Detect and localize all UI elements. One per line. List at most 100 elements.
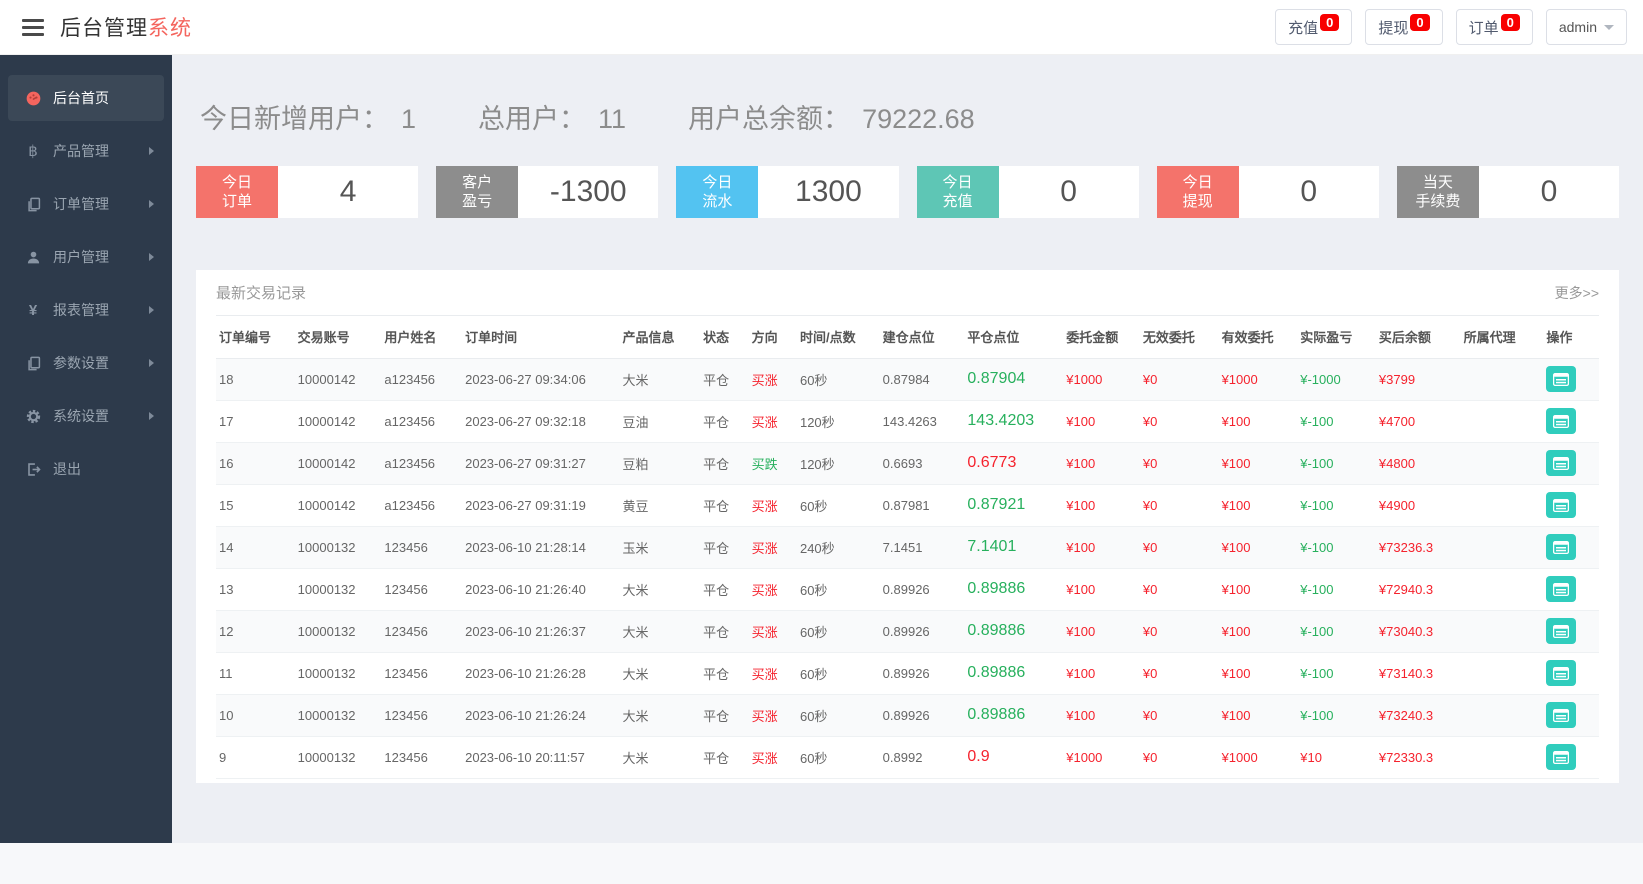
table-cell: 0.89886 [964,610,1063,652]
row-detail-button[interactable] [1546,576,1576,602]
table-cell: 14 [216,526,295,568]
sidebar-item-params[interactable]: 参数设置 [8,340,164,386]
row-detail-button[interactable] [1546,618,1576,644]
table-cell: 60秒 [797,358,880,400]
sidebar-item-label: 订单管理 [53,194,109,214]
row-detail-button[interactable] [1546,492,1576,518]
table-cell: 豆油 [619,400,700,442]
table-cell: 0.89886 [964,694,1063,736]
table-cell: 0.89886 [964,652,1063,694]
column-header: 交易账号 [295,316,382,358]
sidebar-item-reports[interactable]: ¥报表管理 [8,287,164,333]
table-cell [1461,442,1544,484]
trades-table: 订单编号交易账号用户姓名订单时间产品信息状态方向时间/点数建仓点位平仓点位委托金… [216,316,1599,779]
sidebar-item-logout[interactable]: 退出 [8,446,164,492]
table-cell-actions [1543,610,1599,652]
table-cell: ¥0 [1140,484,1219,526]
table-cell: ¥100 [1219,400,1298,442]
sidebar-item-system[interactable]: 系统设置 [8,393,164,439]
stat-total-balance: 用户总余额：79222.68 [688,97,975,136]
table-cell: 11 [216,652,295,694]
table-cell: ¥100 [1063,442,1140,484]
table-cell: ¥100 [1219,652,1298,694]
table-row: 9100001321234562023-06-10 20:11:57大米平仓买涨… [216,736,1599,778]
column-header: 委托金额 [1063,316,1140,358]
chevron-down-icon [1604,25,1614,30]
table-cell: 豆粕 [619,442,700,484]
bitcoin-icon: ฿ [22,142,44,160]
table-cell: ¥0 [1140,526,1219,568]
column-header: 时间/点数 [797,316,880,358]
row-detail-button[interactable] [1546,702,1576,728]
table-cell: ¥-100 [1297,568,1376,610]
table-cell: 10000132 [295,694,382,736]
table-cell: 平仓 [700,694,748,736]
table-cell: 15 [216,484,295,526]
table-cell: 120秒 [797,442,880,484]
sidebar-item-users[interactable]: 用户管理 [8,234,164,280]
table-cell: 平仓 [700,568,748,610]
sidebar-item-home[interactable]: 后台首页 [8,75,164,121]
table-cell: ¥72330.3 [1376,736,1461,778]
table-cell: 2023-06-10 20:11:57 [462,736,619,778]
table-cell: 7.1451 [880,526,965,568]
table-cell [1461,568,1544,610]
admin-user-menu[interactable]: admin [1546,9,1627,45]
table-cell: 10 [216,694,295,736]
table-row: 13100001321234562023-06-10 21:26:40大米平仓买… [216,568,1599,610]
sidebar-item-orders[interactable]: 订单管理 [8,181,164,227]
table-cell [1461,358,1544,400]
sidebar-item-label: 退出 [53,459,81,479]
header-button-recharge[interactable]: 充值0 [1275,9,1352,45]
table-cell: ¥100 [1219,610,1298,652]
table-cell: ¥4700 [1376,400,1461,442]
table-cell: ¥-100 [1297,484,1376,526]
table-cell: ¥100 [1219,694,1298,736]
table-cell: 平仓 [700,736,748,778]
params-icon [22,356,44,371]
table-cell: 2023-06-27 09:31:19 [462,484,619,526]
column-header: 用户姓名 [381,316,462,358]
detail-list-icon [1553,541,1569,554]
table-cell: ¥100 [1219,526,1298,568]
table-cell: 143.4263 [880,400,965,442]
table-cell: a123456 [381,442,462,484]
hamburger-menu-icon[interactable] [22,19,44,36]
app-title: 后台管理系统 [60,12,192,42]
stat-card-label: 今日充值 [917,166,999,218]
table-cell: 0.9 [964,736,1063,778]
notification-badge: 0 [1410,14,1429,31]
table-cell: 123456 [381,526,462,568]
header-button-label: 订单 [1469,17,1499,38]
sidebar: 后台首页 ฿产品管理订单管理用户管理 ¥报表管理参数设置系统设置退出 [0,55,172,843]
table-cell [1461,610,1544,652]
table-cell: ¥0 [1140,610,1219,652]
table-cell: 买涨 [749,610,797,652]
row-detail-button[interactable] [1546,660,1576,686]
column-header: 有效委托 [1219,316,1298,358]
header-button-orders[interactable]: 订单0 [1456,9,1533,45]
table-cell: 123456 [381,652,462,694]
row-detail-button[interactable] [1546,408,1576,434]
stat-value: 11 [598,104,626,135]
stat-label: 总用户： [478,97,586,136]
stat-cards: 今日订单4客户盈亏-1300今日流水1300今日充值0今日提现0当天手续费0 [196,166,1619,218]
row-detail-button[interactable] [1546,534,1576,560]
table-cell [1461,484,1544,526]
sidebar-item-label: 参数设置 [53,353,109,373]
more-link[interactable]: 更多>> [1555,283,1599,303]
sidebar-item-products[interactable]: ฿产品管理 [8,128,164,174]
user-icon [22,250,44,265]
table-cell: 大米 [619,358,700,400]
row-detail-button[interactable] [1546,450,1576,476]
table-cell: 10000142 [295,442,382,484]
table-cell: 买涨 [749,484,797,526]
table-cell: ¥0 [1140,358,1219,400]
row-detail-button[interactable] [1546,744,1576,770]
table-cell-actions [1543,358,1599,400]
table-cell [1461,652,1544,694]
header-button-withdraw[interactable]: 提现0 [1365,9,1442,45]
table-cell: 0.87984 [880,358,965,400]
column-header: 产品信息 [619,316,700,358]
row-detail-button[interactable] [1546,366,1576,392]
